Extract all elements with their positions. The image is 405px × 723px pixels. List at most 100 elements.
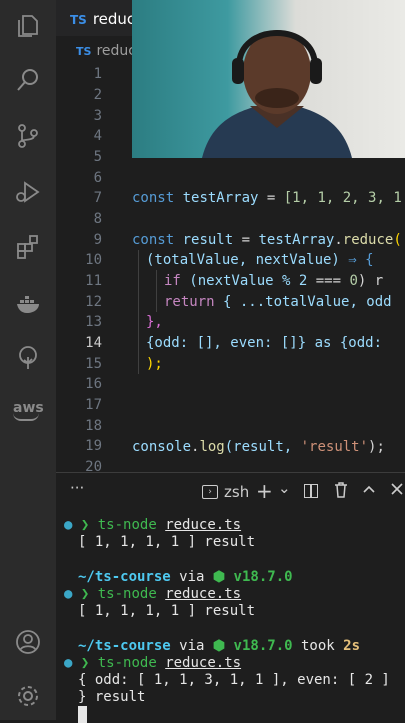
line-number: 16	[85, 376, 102, 392]
line-number: 2	[93, 87, 102, 103]
explorer-icon[interactable]	[14, 12, 42, 40]
paren: (	[393, 232, 402, 248]
directory-line: ~/ts-course via ⬢ v18.7.0	[78, 568, 293, 586]
obj-console: console	[132, 439, 192, 455]
return-value: { ...totalValue, odd	[214, 294, 392, 310]
docker-icon[interactable]	[14, 290, 42, 318]
code-line-13: },	[146, 314, 163, 330]
took-text: took	[292, 638, 344, 654]
terminal-panel: ··· › zsh + ⌄ ● ❯ ts-node reduce.ts [ 1, …	[56, 472, 405, 723]
line-number: 12	[85, 294, 102, 310]
typescript-icon: TS	[70, 13, 87, 27]
line-number: 18	[85, 418, 102, 434]
via-text: via	[170, 638, 213, 654]
source-control-icon[interactable]	[14, 122, 42, 150]
status-dot-icon: ●	[64, 655, 73, 671]
keyword-const: const	[132, 190, 175, 206]
duration: 2s	[343, 638, 360, 654]
command-arg: reduce.ts	[165, 586, 242, 602]
shell-name: zsh	[224, 483, 250, 501]
keyword-const: const	[132, 232, 175, 248]
array-literal: [1, 1, 2, 3, 1	[283, 190, 402, 206]
via-text: via	[170, 569, 213, 585]
close-icon[interactable]	[390, 482, 404, 500]
condition: (nextValue % 2	[180, 273, 316, 289]
presenter-figure	[202, 30, 352, 158]
fn-reduce: reduce	[342, 232, 394, 248]
obj-testArray: testArray	[258, 232, 335, 248]
prompt-line: ● ❯ ts-node reduce.ts	[64, 516, 241, 534]
prompt-line: ● ❯ ts-node reduce.ts	[64, 585, 241, 603]
command: ts-node	[97, 586, 157, 602]
settings-gear-icon[interactable]	[14, 682, 42, 710]
line-number: 13	[85, 314, 102, 330]
tree-icon[interactable]	[14, 344, 42, 372]
var-testArray: testArray	[182, 190, 259, 206]
chevron-up-icon[interactable]	[362, 482, 376, 500]
command-arg: reduce.ts	[165, 655, 242, 671]
arrow: ⇒ {	[339, 252, 374, 268]
line-number: 3	[93, 108, 102, 124]
string-result: 'result'	[300, 439, 369, 455]
code-line-10: (totalValue, nextValue) ⇒ {	[146, 250, 374, 270]
assign: =	[258, 190, 284, 206]
command: ts-node	[97, 655, 157, 671]
code-line-15: );	[146, 356, 163, 372]
callback-params: (totalValue, nextValue)	[146, 252, 340, 268]
command-arg: reduce.ts	[165, 517, 242, 533]
webcam-overlay	[132, 0, 405, 158]
keyword-if: if	[164, 273, 181, 289]
chevron-down-icon[interactable]: ⌄	[278, 479, 291, 497]
prompt-arrow-icon: ❯	[80, 517, 90, 533]
line-number: 17	[85, 397, 102, 413]
line-number: 7	[93, 190, 102, 206]
code-line-9: const result = testArray.reduce(	[132, 232, 402, 248]
node-version: v18.7.0	[233, 569, 293, 585]
output-line: [ 1, 1, 1, 1 ] result	[78, 534, 256, 550]
output-line: } result	[78, 689, 146, 705]
terminal-cursor	[78, 706, 87, 723]
close: );	[368, 439, 385, 455]
line-number: 1	[93, 66, 102, 82]
more-actions-button[interactable]: ···	[70, 479, 84, 497]
line-number: 8	[93, 211, 102, 227]
node-version: v18.7.0	[233, 638, 293, 654]
new-terminal-button[interactable]: +	[256, 479, 273, 503]
number: 0	[341, 273, 358, 289]
code-line-19: console.log(result, 'result');	[132, 439, 385, 455]
line-number: 11	[85, 273, 102, 289]
keyword-return: return	[164, 294, 215, 310]
fn-log: log	[199, 439, 225, 455]
status-dot-icon: ●	[64, 517, 73, 533]
directory-line: ~/ts-course via ⬢ v18.7.0 took 2s	[78, 637, 360, 655]
line-number: 4	[93, 128, 102, 144]
prompt-arrow-icon: ❯	[80, 586, 90, 602]
split-terminal-icon[interactable]	[304, 484, 318, 498]
code-line-7: const testArray = [1, 1, 2, 3, 1	[132, 188, 402, 208]
line-number: 19	[85, 438, 102, 454]
cwd: ~/ts-course	[78, 569, 171, 585]
search-icon[interactable]	[14, 66, 42, 94]
var-result: result	[182, 232, 234, 248]
output-line: [ 1, 1, 1, 1 ] result	[78, 603, 256, 619]
command: ts-node	[97, 517, 157, 533]
code-line-11: if (nextValue % 2 === 0) r	[164, 271, 383, 291]
line-number: 6	[93, 170, 102, 186]
cwd: ~/ts-course	[78, 638, 171, 654]
line-number: 10	[85, 252, 102, 268]
account-icon[interactable]	[14, 628, 42, 656]
prompt-line: ● ❯ ts-node reduce.ts	[64, 654, 241, 672]
indent-guide	[138, 250, 139, 374]
trash-icon[interactable]	[334, 482, 348, 502]
node-icon: ⬢	[212, 569, 226, 585]
run-debug-icon[interactable]	[14, 178, 42, 206]
aws-icon[interactable]: aws	[13, 400, 44, 421]
assign: =	[233, 232, 259, 248]
operator: ===	[315, 273, 342, 289]
terminal-shell-selector[interactable]: › zsh	[202, 483, 249, 501]
typescript-icon: TS	[76, 45, 92, 58]
status-dot-icon: ●	[64, 586, 73, 602]
extensions-icon[interactable]	[14, 232, 42, 260]
log-args: (result,	[224, 439, 301, 455]
terminal-icon: ›	[202, 485, 218, 499]
